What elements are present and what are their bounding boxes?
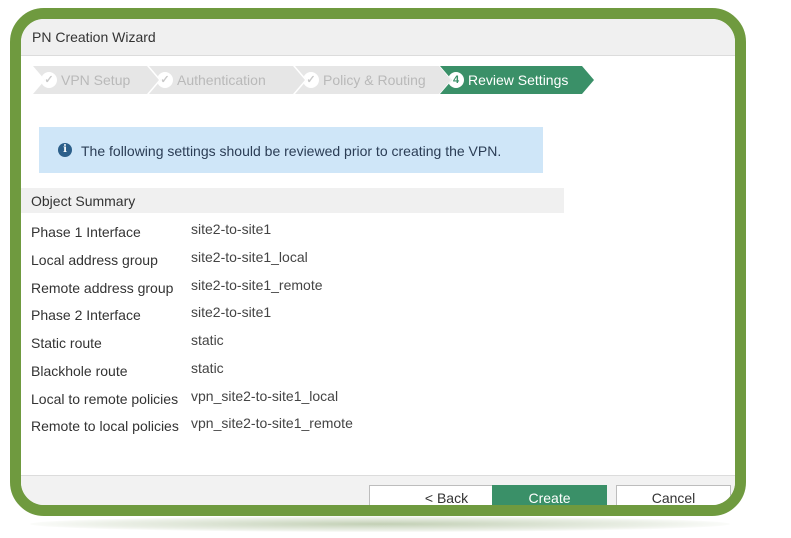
summary-value: vpn_site2-to-site1_remote — [191, 415, 353, 431]
step-label: Review Settings — [468, 72, 569, 88]
summary-key: Remote to local policies — [31, 418, 179, 434]
summary-key: Local to remote policies — [31, 391, 179, 407]
summary-value: static — [191, 360, 224, 376]
summary-key: Blackhole route — [31, 363, 128, 379]
wizard-window: PN Creation Wizard ✓ VPN Setup ✓ Authent… — [10, 8, 746, 516]
check-icon: ✓ — [41, 72, 57, 88]
step-label: VPN Setup — [61, 72, 131, 88]
check-icon: ✓ — [157, 72, 173, 88]
summary-value: site2-to-site1_local — [191, 249, 308, 265]
summary-value: vpn_site2-to-site1_local — [191, 388, 339, 404]
summary-key: Phase 2 Interface — [31, 307, 141, 323]
check-icon: ✓ — [303, 72, 319, 88]
step-review-settings[interactable]: 4 Review Settings — [440, 66, 594, 94]
summary-key: Static route — [31, 335, 102, 351]
create-button[interactable]: Create — [492, 485, 607, 505]
summary-key: Local address group — [31, 252, 158, 268]
title-bar: PN Creation Wizard — [21, 19, 735, 56]
summary-value: site2-to-site1 — [191, 304, 272, 320]
summary-value: site2-to-site1_remote — [191, 277, 323, 293]
wizard-footer: < Back Create Cancel — [21, 475, 735, 505]
step-label: Policy & Routing — [323, 72, 426, 88]
step-authentication[interactable]: ✓ Authentication — [149, 66, 305, 94]
info-message: The following settings should be reviewe… — [81, 143, 502, 159]
step-vpn-setup[interactable]: ✓ VPN Setup — [33, 66, 159, 94]
frame-shadow — [30, 516, 730, 532]
section-title: Object Summary — [31, 193, 136, 209]
cancel-button[interactable]: Cancel — [616, 485, 731, 505]
info-banner: i The following settings should be revie… — [39, 127, 543, 173]
object-summary-header: Object Summary — [21, 188, 564, 213]
summary-key: Phase 1 Interface — [31, 224, 141, 240]
summary-value: site2-to-site1 — [191, 221, 272, 237]
summary-key: Remote address group — [31, 280, 174, 296]
summary-value: static — [191, 332, 224, 348]
wizard-steps: ✓ VPN Setup ✓ Authentication ✓ Policy & … — [33, 66, 633, 94]
window-title: PN Creation Wizard — [32, 29, 156, 45]
step-policy-routing[interactable]: ✓ Policy & Routing — [295, 66, 451, 94]
info-icon: i — [58, 143, 72, 157]
step-label: Authentication — [177, 72, 266, 88]
